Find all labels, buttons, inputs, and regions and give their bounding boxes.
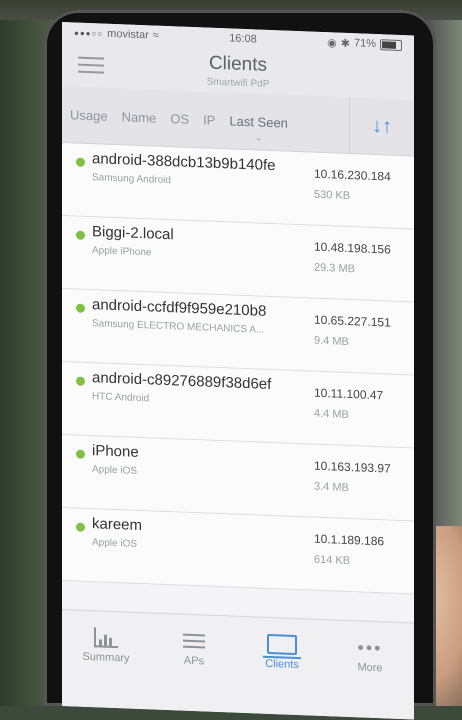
sort-tab-name[interactable]: Name bbox=[122, 109, 157, 125]
tab-summary[interactable]: Summary bbox=[66, 622, 146, 665]
client-name: kareem bbox=[92, 515, 143, 535]
sort-tab-last-seen[interactable]: Last Seen ⌄ bbox=[229, 112, 288, 142]
sort-tab-os[interactable]: OS bbox=[170, 111, 189, 127]
sort-tab-ip[interactable]: IP bbox=[203, 112, 215, 127]
list-icon bbox=[183, 633, 205, 649]
client-name: android-388dcb13b9b140fe bbox=[92, 150, 276, 175]
online-status-dot bbox=[76, 522, 85, 532]
client-usage: 29.3 MB bbox=[314, 261, 355, 276]
client-ip: 10.16.230.184 bbox=[314, 166, 391, 184]
client-ip: 10.48.198.156 bbox=[314, 239, 391, 257]
client-ip: 10.65.227.151 bbox=[314, 312, 391, 330]
client-model: Apple iPhone bbox=[92, 245, 152, 259]
client-row[interactable]: Biggi-2.local Apple iPhone 10.48.198.156… bbox=[62, 216, 414, 303]
online-status-dot bbox=[76, 157, 85, 167]
client-usage: 4.4 MB bbox=[314, 407, 349, 422]
lock-icon: ◉ bbox=[327, 36, 337, 50]
wifi-icon: ≈ bbox=[152, 29, 159, 42]
client-model: Apple iOS bbox=[92, 464, 138, 477]
client-model: Apple iOS bbox=[92, 537, 138, 550]
client-model: Samsung ELECTRO MECHANICS A... bbox=[92, 318, 265, 336]
client-ip: 10.1.189.186 bbox=[314, 531, 385, 549]
bluetooth-icon: ✱ bbox=[340, 37, 350, 50]
online-status-dot bbox=[76, 376, 85, 386]
client-name: Biggi-2.local bbox=[92, 223, 174, 244]
ellipsis-icon: ••• bbox=[357, 637, 383, 659]
online-status-dot bbox=[76, 230, 85, 240]
client-row[interactable]: android-c89276889f38d6ef HTC Android 10.… bbox=[62, 362, 414, 449]
carrier-label: movistar bbox=[107, 27, 149, 42]
online-status-dot bbox=[76, 303, 85, 313]
online-status-dot bbox=[76, 449, 85, 459]
chevron-down-icon: ⌄ bbox=[254, 131, 263, 143]
battery-percent: 71% bbox=[353, 37, 376, 51]
phone-screen: ●●●○○ movistar ≈ 16:08 ◉ ✱ 71% Clients S… bbox=[62, 22, 414, 720]
client-name: iPhone bbox=[92, 442, 139, 461]
tab-more-label: More bbox=[357, 661, 383, 675]
tab-aps[interactable]: APs bbox=[154, 626, 234, 669]
tab-clients-label: Clients bbox=[265, 657, 299, 672]
client-usage: 3.4 MB bbox=[314, 480, 349, 495]
laptop-icon bbox=[267, 633, 297, 656]
client-row[interactable]: android-ccfdf9f959e210b8 Samsung ELECTRO… bbox=[62, 289, 414, 376]
client-usage: 9.4 MB bbox=[314, 334, 349, 349]
client-name: android-ccfdf9f959e210b8 bbox=[92, 296, 267, 320]
tab-clients[interactable]: Clients bbox=[242, 629, 322, 672]
signal-icon: ●●●○○ bbox=[74, 27, 104, 39]
client-row[interactable]: kareem Apple iOS 10.1.189.186 614 KB bbox=[62, 508, 414, 595]
tab-aps-label: APs bbox=[183, 654, 205, 668]
client-model: Samsung Android bbox=[92, 172, 171, 187]
client-ip: 10.163.193.97 bbox=[314, 458, 391, 476]
tab-more[interactable]: ••• More bbox=[330, 632, 410, 675]
sort-direction-button[interactable]: ↓↑ bbox=[349, 97, 414, 156]
client-ip: 10.11.100.47 bbox=[314, 385, 384, 403]
client-name: android-c89276889f38d6ef bbox=[92, 369, 272, 394]
client-usage: 614 KB bbox=[314, 553, 351, 568]
clock: 16:08 bbox=[229, 32, 257, 46]
tab-bar: Summary APs Clients ••• More bbox=[62, 609, 414, 720]
sort-arrows-icon: ↓↑ bbox=[372, 114, 392, 138]
client-model: HTC Android bbox=[92, 391, 150, 405]
client-row[interactable]: iPhone Apple iOS 10.163.193.97 3.4 MB bbox=[62, 435, 414, 522]
tab-summary-label: Summary bbox=[82, 650, 130, 665]
client-usage: 530 KB bbox=[314, 188, 351, 203]
client-row[interactable]: android-388dcb13b9b140fe Samsung Android… bbox=[62, 143, 414, 230]
menu-icon[interactable] bbox=[78, 56, 104, 74]
bar-chart-icon bbox=[94, 627, 118, 649]
client-list: android-388dcb13b9b140fe Samsung Android… bbox=[62, 143, 414, 595]
battery-icon bbox=[379, 38, 402, 51]
sort-tab-last-seen-label: Last Seen bbox=[229, 112, 288, 131]
sort-tab-usage[interactable]: Usage bbox=[70, 107, 108, 123]
